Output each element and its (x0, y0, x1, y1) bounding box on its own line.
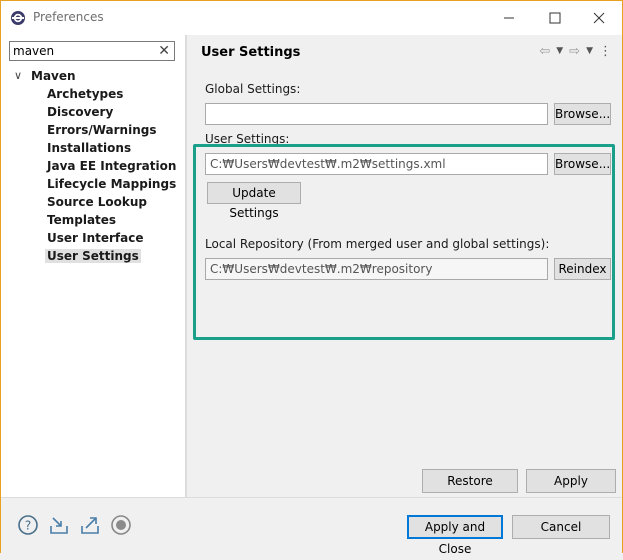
record-icon[interactable] (110, 514, 132, 536)
user-settings-label: User Settings: (205, 132, 290, 146)
global-settings-label: Global Settings: (205, 82, 301, 96)
tree-item-label: Templates (47, 213, 117, 227)
tree-item-templates[interactable]: Templates (47, 211, 116, 229)
tree-item-label: Errors/Warnings (47, 123, 157, 137)
export-icon[interactable] (79, 514, 101, 536)
tree-item-java-ee-integration[interactable]: Java EE Integration (47, 157, 176, 175)
minimize-icon (504, 17, 514, 19)
tree-item-label: Source Lookup (47, 195, 148, 209)
close-button[interactable] (576, 1, 622, 35)
window-title: Preferences (33, 10, 104, 24)
user-browse-button[interactable]: Browse... (554, 153, 611, 175)
local-repository-label: Local Repository (From merged user and g… (205, 237, 550, 251)
settings-page: User Settings ⇦ ▼ ⇨ ▼ ⋮ Global Settings:… (187, 35, 622, 510)
filter-field[interactable]: ✕ (9, 41, 175, 61)
tree-item-label: User Interface (47, 231, 144, 245)
minimize-button[interactable] (486, 1, 532, 35)
reindex-button[interactable]: Reindex (554, 258, 611, 280)
tree-item-archetypes[interactable]: Archetypes (47, 85, 123, 103)
tree-item-source-lookup[interactable]: Source Lookup (47, 193, 147, 211)
cancel-button[interactable]: Cancel (512, 515, 610, 539)
eclipse-app-icon (11, 11, 25, 25)
global-browse-button[interactable]: Browse... (554, 103, 611, 125)
back-menu-chevron-icon[interactable]: ▼ (556, 44, 563, 59)
back-arrow-icon[interactable]: ⇦ (539, 44, 550, 59)
restore-defaults-button[interactable]: Restore Defaults (422, 469, 518, 510)
tree-item-installations[interactable]: Installations (47, 139, 131, 157)
apply-and-close-button[interactable]: Apply and Close (407, 515, 503, 556)
view-menu-icon[interactable]: ⋮ (599, 44, 612, 59)
tree-item-discovery[interactable]: Discovery (47, 103, 113, 121)
tree-item-user-interface[interactable]: User Interface (47, 229, 144, 247)
forward-menu-chevron-icon[interactable]: ▼ (586, 44, 593, 59)
global-settings-field[interactable] (205, 103, 548, 125)
tree-item-label: Lifecycle Mappings (47, 177, 177, 191)
clear-filter-icon[interactable]: ✕ (158, 43, 170, 59)
tree-item-lifecycle-mappings[interactable]: Lifecycle Mappings (47, 175, 176, 193)
help-icon[interactable]: ? (17, 514, 39, 536)
tree-item-label: Discovery (47, 105, 114, 119)
preferences-tree-pane: ✕ ∨ Maven Archetypes Discovery Errors/Wa… (1, 35, 185, 497)
tree-item-errors-warnings[interactable]: Errors/Warnings (47, 121, 156, 139)
page-navigation: ⇦ ▼ ⇨ ▼ ⋮ (539, 44, 612, 59)
maximize-button[interactable] (532, 1, 578, 35)
tree-item-label: Archetypes (47, 87, 124, 101)
local-repository-field[interactable]: C:₩Users₩devtest₩.m2₩repository (205, 258, 548, 280)
tree-item-label: Maven (31, 69, 76, 83)
update-settings-button[interactable]: Update Settings (207, 182, 301, 220)
import-icon[interactable] (48, 514, 70, 536)
page-title: User Settings (201, 45, 301, 60)
tree-item-label: Java EE Integration (47, 159, 177, 173)
maximize-icon (549, 12, 561, 24)
user-settings-field[interactable]: C:₩Users₩devtest₩.m2₩settings.xml (205, 153, 548, 175)
forward-arrow-icon[interactable]: ⇨ (569, 44, 580, 59)
title-bar: Preferences (1, 1, 622, 35)
tree-item-user-settings[interactable]: User Settings (45, 247, 141, 265)
dialog-button-bar: ? Apply and Close Cancel (1, 497, 622, 556)
svg-text:?: ? (25, 519, 31, 533)
close-icon (593, 12, 605, 24)
tree-item-label: User Settings (45, 249, 141, 263)
apply-button[interactable]: Apply (526, 469, 616, 493)
expand-chevron-icon[interactable]: ∨ (14, 67, 22, 85)
tree-item-label: Installations (47, 141, 132, 155)
filter-input[interactable] (13, 44, 153, 58)
preferences-window: Preferences ✕ ∨ Maven Archetypes Discove… (0, 0, 623, 556)
